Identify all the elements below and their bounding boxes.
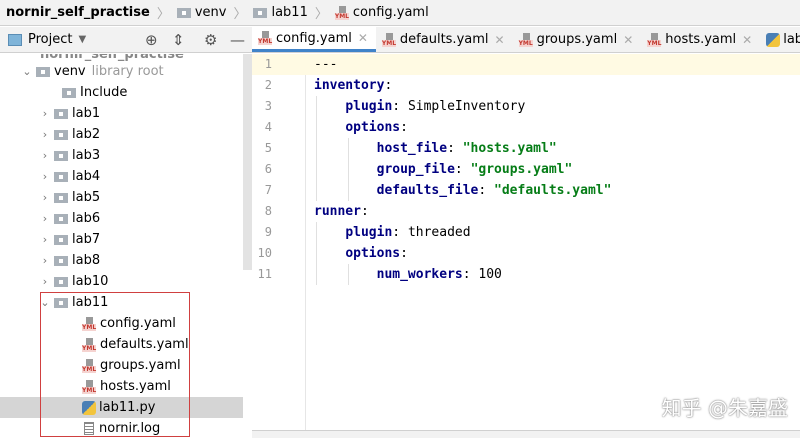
- folder-label: lab7: [72, 232, 101, 247]
- folder-icon: [54, 234, 68, 245]
- chevron-down-icon[interactable]: ⌄: [18, 65, 36, 78]
- line-number: 10: [257, 246, 272, 260]
- project-icon: [8, 33, 22, 46]
- close-icon[interactable]: ✕: [742, 33, 752, 47]
- folder-icon: [54, 108, 68, 119]
- breadcrumb-file[interactable]: config.yaml: [334, 5, 429, 20]
- code-line-4: options:: [345, 120, 408, 135]
- project-view-selector[interactable]: Project: [28, 32, 72, 47]
- editor-tabs: config.yaml✕ defaults.yaml✕ groups.yaml✕…: [252, 27, 800, 53]
- folder-icon: [54, 171, 68, 182]
- python-icon: [766, 32, 781, 47]
- tree-item-lab3[interactable]: › lab3: [0, 145, 243, 166]
- tab-defaults-yaml[interactable]: defaults.yaml✕: [376, 27, 513, 52]
- close-icon[interactable]: ✕: [495, 33, 505, 47]
- tab-hosts-yaml[interactable]: hosts.yaml✕: [641, 27, 760, 52]
- chevron-right-icon[interactable]: ›: [36, 107, 54, 120]
- chevron-right-icon[interactable]: ›: [36, 212, 54, 225]
- tab-lab11-py[interactable]: lab11.py: [760, 27, 800, 52]
- code-line-6: group_file: "groups.yaml": [376, 162, 573, 177]
- breadcrumb-lab11[interactable]: lab11: [253, 5, 308, 20]
- line-number: 6: [264, 162, 272, 176]
- tree-item-lab1[interactable]: › lab1: [0, 103, 243, 124]
- yaml-icon: [381, 32, 397, 47]
- folder-label: lab5: [72, 190, 101, 205]
- line-number: 2: [264, 78, 272, 92]
- yaml-icon: [258, 31, 273, 45]
- folder-icon: [62, 87, 76, 98]
- collapse-all-icon[interactable]: ⇕: [172, 31, 185, 49]
- yaml-icon: [334, 5, 350, 20]
- close-icon[interactable]: ✕: [623, 33, 633, 47]
- gear-icon[interactable]: ⚙: [204, 31, 217, 49]
- line-number: 8: [264, 204, 272, 218]
- yaml-icon: [647, 32, 662, 47]
- line-number: 3: [264, 99, 272, 113]
- chevron-right-icon[interactable]: ›: [36, 233, 54, 246]
- chevron-right-icon[interactable]: ›: [36, 170, 54, 183]
- tree-item-lab2[interactable]: › lab2: [0, 124, 243, 145]
- yaml-icon: [518, 32, 534, 47]
- chevron-right-icon[interactable]: ›: [36, 275, 54, 288]
- line-number: 7: [264, 183, 272, 197]
- folder-icon: [253, 7, 268, 18]
- chevron-right-icon[interactable]: ›: [36, 191, 54, 204]
- editor-bottom-bar: [252, 430, 800, 438]
- breadcrumb-project[interactable]: nornir_self_practise: [6, 5, 150, 20]
- locate-icon[interactable]: ⊕: [145, 31, 158, 49]
- breadcrumb: nornir_self_practise〉 venv〉 lab11〉 confi…: [0, 0, 800, 26]
- chevron-right-icon[interactable]: ›: [36, 128, 54, 141]
- watermark: 知乎 @朱嘉盛: [661, 396, 788, 420]
- chevron-down-icon[interactable]: ▼: [78, 34, 86, 45]
- folder-icon: [54, 276, 68, 287]
- tree-item-lab6[interactable]: › lab6: [0, 208, 243, 229]
- code-line-7: defaults_file: "defaults.yaml": [376, 183, 612, 198]
- folder-icon: [36, 66, 50, 77]
- folder-label: lab1: [72, 106, 101, 121]
- folder-label: lab2: [72, 127, 101, 142]
- folder-icon: [54, 150, 68, 161]
- code-line-2: inventory:: [314, 78, 393, 93]
- close-icon[interactable]: ✕: [358, 31, 368, 45]
- folder-label: lab8: [72, 253, 101, 268]
- tab-config-yaml[interactable]: config.yaml✕: [252, 27, 376, 52]
- chevron-right-icon[interactable]: ›: [36, 254, 54, 267]
- hide-icon[interactable]: —: [230, 31, 245, 49]
- code-line-1: ---: [314, 57, 338, 72]
- folder-icon: [54, 255, 68, 266]
- breadcrumb-venv[interactable]: venv: [176, 5, 226, 20]
- tree-item-lab7[interactable]: › lab7: [0, 229, 243, 250]
- folder-label: lab4: [72, 169, 101, 184]
- highlight-box: [40, 292, 190, 437]
- code-line-11: num_workers: 100: [376, 267, 502, 282]
- folder-label: lab6: [72, 211, 101, 226]
- tree-item-venv[interactable]: ⌄ venv library root: [0, 61, 243, 82]
- folder-icon: [54, 129, 68, 140]
- line-number: 5: [264, 141, 272, 155]
- code-line-10: options:: [345, 246, 408, 261]
- folder-label: lab3: [72, 148, 101, 163]
- project-toolbar: Project ▼ ⊕ ⇕ ⚙ —: [0, 27, 252, 53]
- folder-icon: [54, 192, 68, 203]
- tree-item-lab10[interactable]: › lab10: [0, 271, 243, 292]
- folder-label: lab10: [72, 274, 109, 289]
- tree-item-lab4[interactable]: › lab4: [0, 166, 243, 187]
- line-number: 9: [264, 225, 272, 239]
- code-line-8: runner:: [314, 204, 369, 219]
- tab-groups-yaml[interactable]: groups.yaml✕: [513, 27, 642, 52]
- tree-scrollbar[interactable]: [243, 54, 252, 270]
- folder-icon: [176, 7, 191, 18]
- folder-icon: [54, 213, 68, 224]
- tree-item-include[interactable]: Include: [0, 82, 243, 103]
- code-line-5: host_file: "hosts.yaml": [376, 141, 557, 156]
- code-line-3: plugin: SimpleInventory: [345, 99, 526, 114]
- line-number: 4: [264, 120, 272, 134]
- tree-item-lab5[interactable]: › lab5: [0, 187, 243, 208]
- line-number: 1: [264, 57, 272, 71]
- code-line-9: plugin: threaded: [345, 225, 471, 240]
- chevron-right-icon[interactable]: ›: [36, 149, 54, 162]
- tree-item-lab8[interactable]: › lab8: [0, 250, 243, 271]
- line-number: 11: [257, 267, 272, 281]
